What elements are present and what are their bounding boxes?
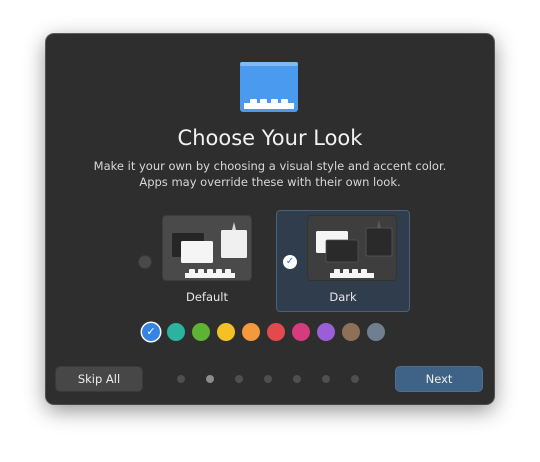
style-default-radio[interactable] [138, 255, 152, 269]
dialog-description: Make it your own by choosing a visual st… [66, 158, 474, 190]
accent-swatch-teal[interactable] [167, 323, 185, 341]
description-line: Apps may override these with their own l… [139, 175, 401, 189]
accent-color-picker: ✓ [142, 323, 402, 343]
dark-preview-graphic [316, 220, 393, 278]
check-icon: ✓ [283, 255, 297, 269]
style-option-dark[interactable]: ✓ Dark [276, 210, 410, 312]
style-label-dark: Dark [329, 290, 357, 304]
page-dot[interactable] [206, 375, 214, 383]
accent-swatch-purple[interactable] [317, 323, 335, 341]
next-button[interactable]: Next [396, 367, 482, 391]
page-dot[interactable] [322, 375, 330, 383]
page-dot[interactable] [235, 375, 243, 383]
skip-all-button[interactable]: Skip All [56, 367, 142, 391]
page-dot[interactable] [351, 375, 359, 383]
accent-swatch-pink[interactable] [292, 323, 310, 341]
dock-icon [240, 62, 298, 112]
page-dot[interactable] [293, 375, 301, 383]
description-line: Make it your own by choosing a visual st… [93, 159, 447, 173]
onboarding-dialog: Choose Your Look Make it your own by cho… [46, 34, 494, 404]
accent-swatch-brown[interactable] [342, 323, 360, 341]
accent-swatch-orange[interactable] [242, 323, 260, 341]
page-dot[interactable] [264, 375, 272, 383]
accent-swatch-yellow[interactable] [217, 323, 235, 341]
accent-swatch-green[interactable] [192, 323, 210, 341]
style-label-default: Default [185, 290, 229, 304]
default-style-preview [163, 216, 251, 280]
accent-swatch-red[interactable] [267, 323, 285, 341]
dialog-title: Choose Your Look [177, 126, 363, 150]
style-option-default[interactable]: Default [158, 211, 256, 311]
check-icon: ✓ [146, 325, 156, 338]
accent-swatch-slate[interactable] [367, 323, 385, 341]
default-preview-graphic [172, 222, 247, 278]
page-dot[interactable] [177, 375, 185, 383]
dark-style-preview [308, 216, 396, 280]
accent-swatch-blue[interactable]: ✓ [142, 323, 160, 341]
page-indicator [177, 375, 367, 385]
